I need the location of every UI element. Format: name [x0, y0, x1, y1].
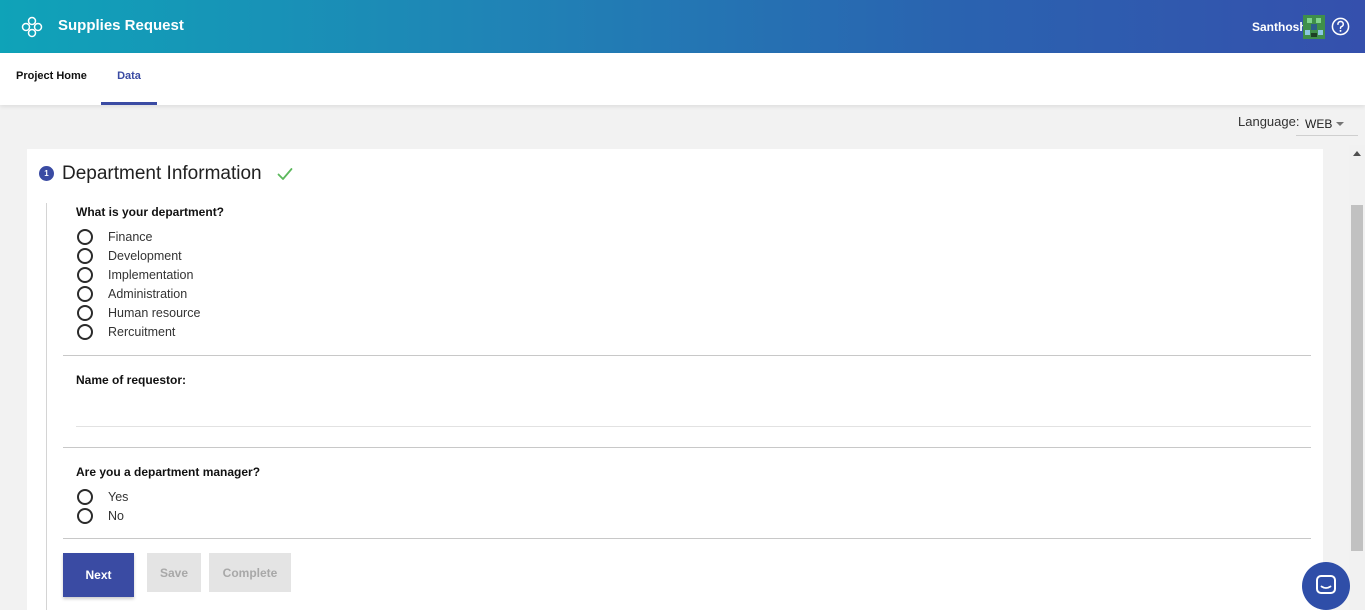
language-label: Language: [1238, 114, 1300, 129]
question-circle-icon[interactable] [1331, 17, 1350, 36]
scrollbar[interactable] [1349, 145, 1365, 610]
question-requestor: Name of requestor: [76, 373, 187, 387]
tab-data[interactable]: Data [101, 53, 157, 105]
section-title: Department Information [62, 163, 262, 184]
complete-button[interactable]: Complete [209, 553, 291, 592]
radio-label: Implementation [108, 268, 194, 282]
radio-label: Yes [108, 490, 129, 504]
divider [63, 355, 1311, 356]
app-header: Supplies Request Santhosh [0, 0, 1365, 53]
avatar[interactable] [1303, 15, 1325, 39]
radio-button[interactable] [77, 305, 93, 321]
scrollbar-thumb[interactable] [1351, 205, 1363, 551]
radio-label: Human resource [108, 306, 201, 320]
caret-down-icon [1336, 122, 1344, 126]
flower-logo-icon [21, 16, 43, 38]
radio-button[interactable] [77, 324, 93, 340]
language-value: WEB [1305, 117, 1333, 131]
question-manager: Are you a department manager? [76, 465, 261, 479]
app-title: Supplies Request [58, 17, 184, 34]
tab-project-home[interactable]: Project Home [16, 53, 87, 105]
question-department: What is your department? [76, 205, 225, 219]
checkmark-icon [277, 168, 293, 180]
tab-bar: Project Home Data [0, 53, 1365, 105]
radio-label: Administration [108, 287, 188, 301]
requestor-name-input[interactable] [76, 399, 1311, 427]
radio-button[interactable] [77, 489, 93, 505]
divider [63, 538, 1311, 539]
radio-button[interactable] [77, 286, 93, 302]
radio-button[interactable] [77, 267, 93, 283]
scroll-up-arrow-icon[interactable] [1353, 151, 1361, 156]
radio-button[interactable] [77, 508, 93, 524]
radio-label: Finance [108, 230, 153, 244]
radio-label: Development [108, 249, 182, 263]
next-button[interactable]: Next [63, 553, 134, 597]
language-select[interactable]: WEB [1296, 114, 1358, 136]
chat-bubble-icon [1316, 575, 1336, 594]
chat-launcher-button[interactable] [1302, 562, 1350, 610]
form-card: 1 Department Information What is your de… [27, 149, 1323, 610]
user-name[interactable]: Santhosh [1252, 20, 1307, 34]
step-connector-line [46, 203, 47, 610]
radio-button[interactable] [77, 229, 93, 245]
save-button[interactable]: Save [147, 553, 201, 592]
radio-label: Rercuitment [108, 325, 176, 339]
divider [63, 447, 1311, 448]
radio-label: No [108, 509, 124, 523]
step-badge: 1 [39, 166, 54, 181]
radio-button[interactable] [77, 248, 93, 264]
